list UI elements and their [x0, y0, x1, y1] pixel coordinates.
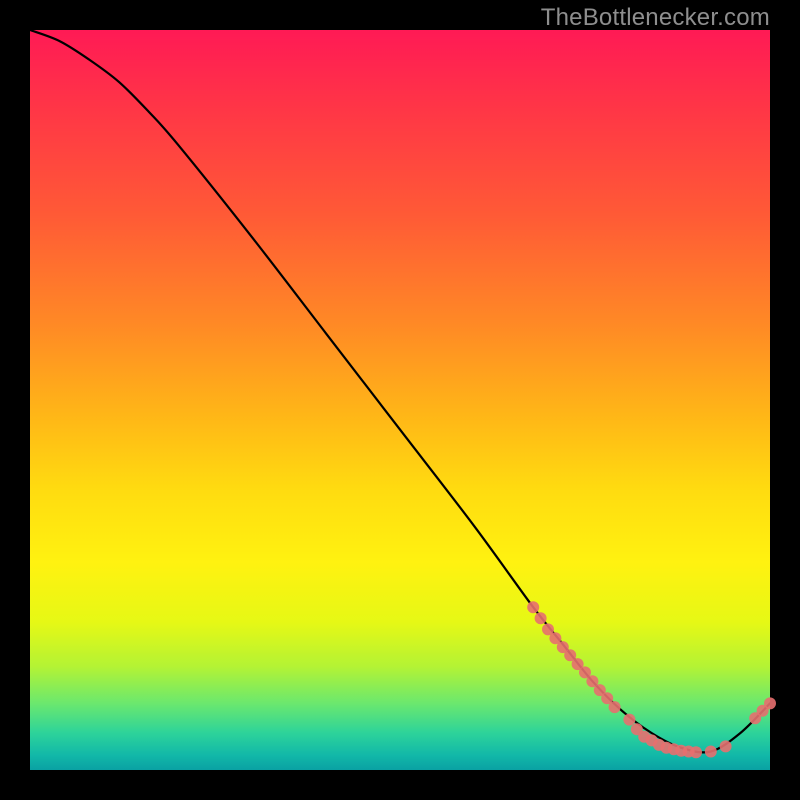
plot-area — [30, 30, 770, 770]
watermark-label: TheBottlenecker.com — [541, 4, 770, 32]
bottleneck-curve — [30, 30, 770, 752]
data-marker — [764, 697, 776, 709]
curve-overlay — [30, 30, 770, 770]
data-marker — [535, 612, 547, 624]
data-marker — [705, 746, 717, 758]
chart-stage: TheBottlenecker.com — [0, 0, 800, 800]
data-marker — [720, 740, 732, 752]
data-marker — [609, 701, 621, 713]
data-marker — [623, 714, 635, 726]
data-marker — [690, 746, 702, 758]
data-marker — [527, 601, 539, 613]
